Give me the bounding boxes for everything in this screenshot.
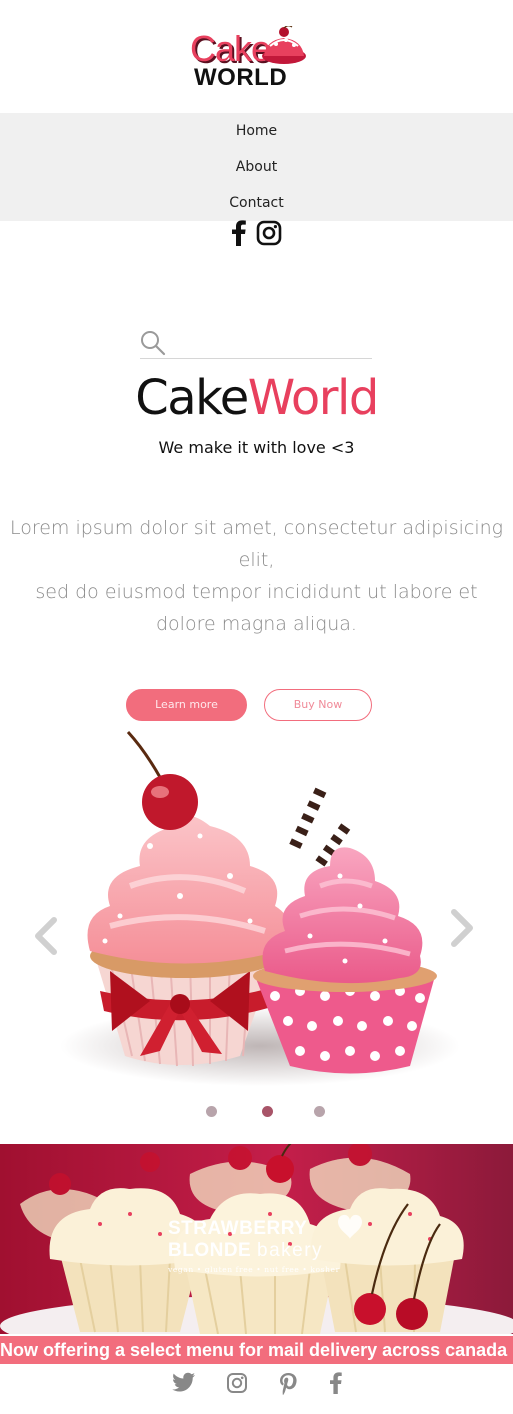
- banner-title-blonde: BLONDE: [168, 1240, 252, 1261]
- banner-subtitle: vegan • gluten free • nut free • kosher: [168, 1265, 340, 1274]
- pinterest-icon[interactable]: [278, 1372, 298, 1396]
- hero-description-line1: Lorem ipsum dolor sit amet, consectetur …: [9, 517, 504, 571]
- banner-title: STRAWBERRY BLONDE bakery: [168, 1218, 323, 1262]
- nav-item-about[interactable]: About: [0, 149, 513, 185]
- site-logo[interactable]: Cake WORLD: [186, 26, 312, 96]
- buy-now-button[interactable]: Buy Now: [264, 689, 372, 721]
- offer-banner: Now offering a select menu for mail deli…: [0, 1336, 513, 1364]
- carousel-slide-cupcakes-image: [60, 730, 460, 1086]
- nav-item-contact[interactable]: Contact: [0, 185, 513, 221]
- search-icon[interactable]: [140, 330, 166, 356]
- learn-more-button[interactable]: Learn more: [126, 689, 247, 721]
- facebook-icon[interactable]: [330, 1372, 342, 1394]
- brand-part-cake: Cake: [135, 370, 249, 426]
- carousel-dot-2[interactable]: [262, 1106, 273, 1117]
- carousel-dot-1[interactable]: [206, 1106, 217, 1117]
- search-bar: [140, 328, 372, 359]
- search-input[interactable]: [170, 330, 370, 356]
- logo-text-bottom: WORLD: [194, 64, 288, 91]
- carousel-dot-3[interactable]: [314, 1106, 325, 1117]
- carousel-indicators: [0, 1106, 513, 1118]
- header-social-links: [232, 220, 282, 246]
- brand-part-world: World: [247, 370, 380, 426]
- footer-social-links: [172, 1372, 348, 1398]
- hero-description: Lorem ipsum dolor sit amet, consectetur …: [6, 512, 507, 640]
- main-nav: Home About Contact: [0, 113, 513, 221]
- banner-title-bakery: bakery: [257, 1240, 324, 1261]
- bakery-banner[interactable]: STRAWBERRY BLONDE bakery vegan • gluten …: [0, 1144, 513, 1334]
- nav-item-home[interactable]: Home: [0, 113, 513, 149]
- carousel-prev-chevron-icon[interactable]: [30, 916, 60, 956]
- banner-title-line1: STRAWBERRY: [168, 1218, 308, 1239]
- facebook-icon[interactable]: [232, 220, 246, 246]
- twitter-icon[interactable]: [172, 1372, 196, 1394]
- instagram-icon[interactable]: [256, 220, 282, 246]
- carousel-next-chevron-icon[interactable]: [448, 908, 478, 948]
- image-carousel: [0, 726, 513, 1126]
- logo-cake-icon: [262, 26, 306, 64]
- tagline: We make it with love <3: [158, 438, 355, 457]
- brand-heading: CakeWorld: [0, 366, 513, 430]
- instagram-icon[interactable]: [226, 1372, 248, 1394]
- hero-description-line2: sed do eiusmod tempor incididunt ut labo…: [35, 581, 478, 635]
